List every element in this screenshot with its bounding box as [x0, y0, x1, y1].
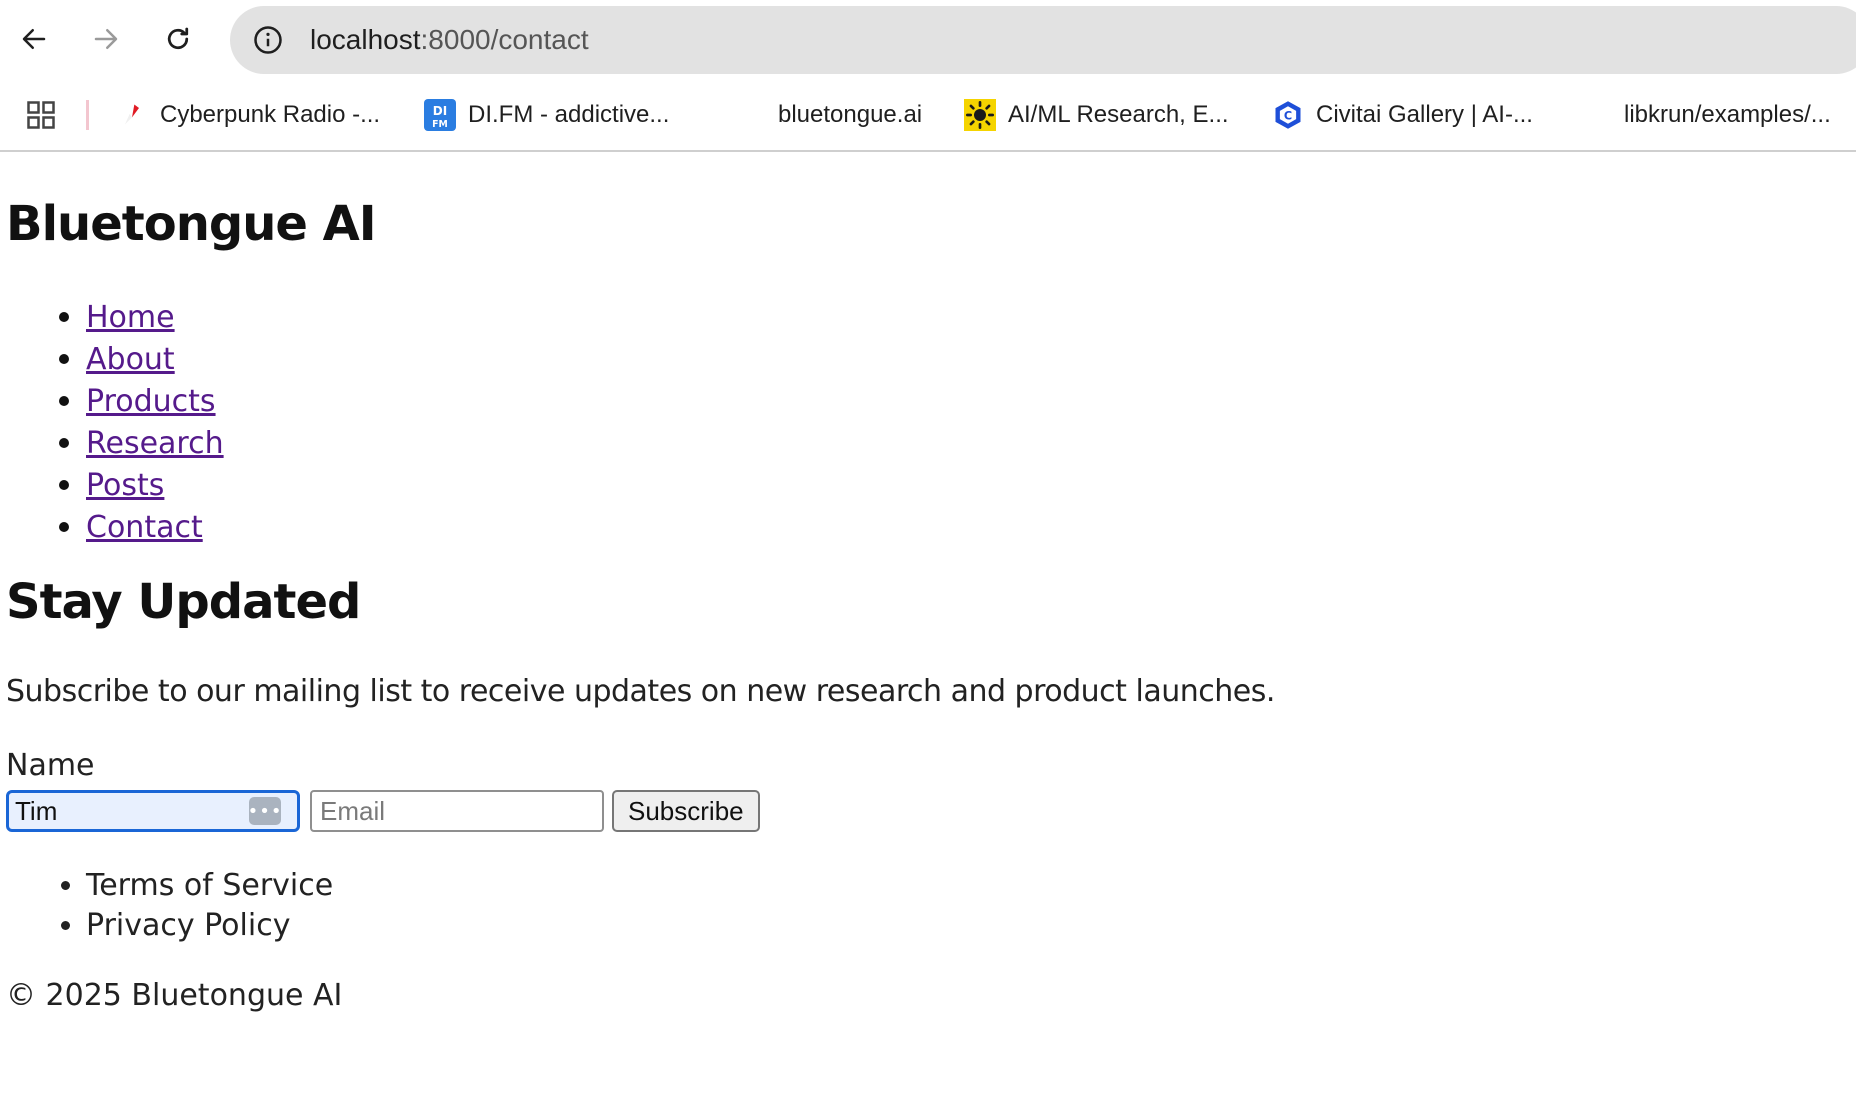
difm-favicon: DI FM — [424, 99, 456, 131]
bookmark-civitai[interactable]: C Civitai Gallery | AI-... — [1272, 96, 1533, 134]
main-nav: Home About Products Research Posts Conta… — [0, 296, 224, 548]
bookmark-libkrun[interactable]: libkrun/examples/... — [1624, 96, 1831, 134]
footer-link-privacy[interactable]: Privacy Policy — [86, 906, 333, 946]
reload-button[interactable] — [150, 11, 206, 67]
address-bar[interactable]: localhost:8000/contact — [230, 6, 1856, 74]
svg-text:FM: FM — [432, 119, 448, 130]
nav-link-home[interactable]: Home — [86, 300, 175, 335]
bookmark-bluetongue[interactable]: bluetongue.ai — [778, 96, 922, 134]
bookmarks-bar: Cyberpunk Radio -... DI FM DI.FM - addic… — [0, 78, 1856, 152]
cyberpunk-radio-favicon — [116, 99, 148, 131]
url-text: localhost:8000/contact — [310, 24, 589, 56]
bookmark-label: libkrun/examples/... — [1624, 101, 1831, 128]
name-input[interactable] — [9, 795, 251, 827]
svg-text:C: C — [1284, 109, 1292, 122]
nav-item-about: About — [86, 338, 224, 380]
forward-button[interactable] — [78, 11, 134, 67]
copyright-text: © 2025 Bluetongue AI — [6, 978, 343, 1013]
bookmark-label: bluetongue.ai — [778, 101, 923, 128]
sun-favicon — [964, 99, 996, 131]
bookmark-label: AI/ML Research, E... — [1008, 101, 1229, 128]
name-label: Name — [6, 748, 95, 783]
nav-item-posts: Posts — [86, 464, 224, 506]
nav-link-about[interactable]: About — [86, 342, 175, 377]
site-info-icon[interactable] — [250, 22, 286, 58]
browser-toolbar: localhost:8000/contact — [0, 0, 1856, 78]
bookmark-label: Cyberpunk Radio -... — [160, 101, 381, 128]
bookmark-aiml-research[interactable]: AI/ML Research, E... — [964, 96, 1229, 134]
bookmark-label: Civitai Gallery | AI-... — [1316, 101, 1533, 128]
bookmark-cyberpunk-radio[interactable]: Cyberpunk Radio -... — [116, 96, 380, 134]
back-button[interactable] — [6, 11, 62, 67]
nav-link-research[interactable]: Research — [86, 426, 224, 461]
apps-grid-icon[interactable] — [26, 100, 56, 130]
footer-links: Terms of Service Privacy Policy — [0, 866, 333, 946]
nav-item-home: Home — [86, 296, 224, 338]
subscribe-heading: Stay Updated — [6, 574, 361, 630]
footer-link-terms[interactable]: Terms of Service — [86, 866, 333, 906]
nav-link-posts[interactable]: Posts — [86, 468, 164, 503]
bookmark-label: DI.FM - addictive... — [468, 101, 670, 128]
civitai-favicon: C — [1272, 99, 1304, 131]
nav-link-products[interactable]: Products — [86, 384, 216, 419]
name-field-wrapper[interactable]: ••• — [6, 790, 300, 832]
site-title: Bluetongue AI — [6, 196, 377, 252]
nav-item-contact: Contact — [86, 506, 224, 548]
subscribe-form: ••• Subscribe — [6, 790, 760, 832]
bookmark-difm[interactable]: DI FM DI.FM - addictive... — [424, 96, 669, 134]
autofill-icon[interactable]: ••• — [248, 797, 281, 825]
svg-text:DI: DI — [433, 104, 447, 118]
email-input[interactable] — [310, 790, 604, 832]
nav-link-contact[interactable]: Contact — [86, 510, 203, 545]
bookmarks-divider — [86, 100, 89, 130]
nav-item-products: Products — [86, 380, 224, 422]
url-host: localhost — [310, 24, 421, 55]
subscribe-button[interactable]: Subscribe — [612, 790, 760, 832]
nav-item-research: Research — [86, 422, 224, 464]
url-path: :8000/contact — [420, 24, 589, 55]
arrow-left-icon — [22, 29, 46, 49]
reload-icon — [167, 27, 189, 50]
subscribe-description: Subscribe to our mailing list to receive… — [6, 674, 1275, 709]
arrow-right-icon — [94, 29, 118, 49]
